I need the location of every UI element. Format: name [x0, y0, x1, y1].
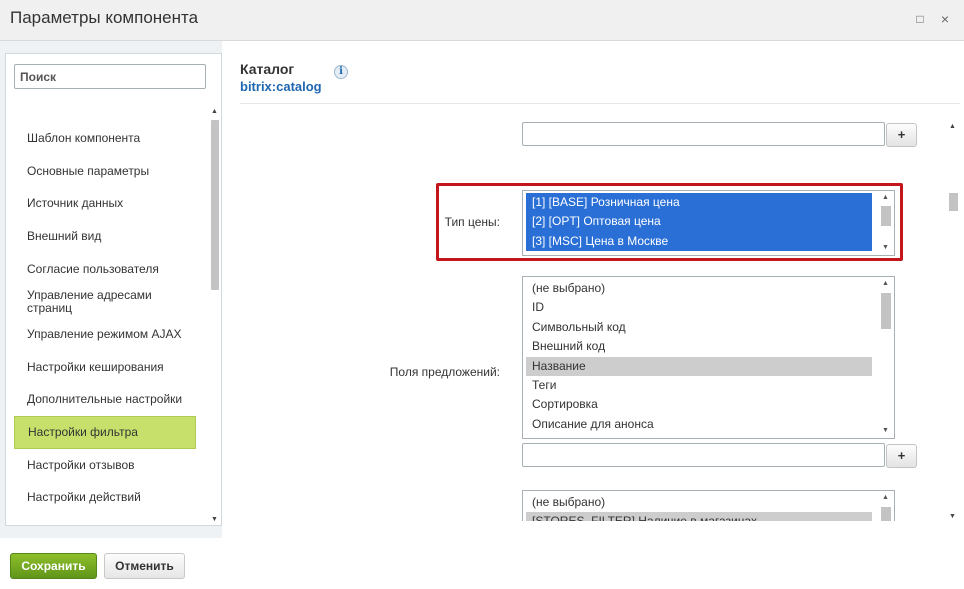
price-type-scroll-thumb[interactable] — [881, 206, 891, 226]
scroll-down-icon[interactable]: ▼ — [879, 425, 892, 437]
price-type-scrollbar[interactable]: ▲ ▼ — [877, 191, 894, 255]
price-type-label: Тип цены: — [444, 215, 500, 229]
add-button-top[interactable]: + — [886, 123, 917, 147]
component-code: bitrix:catalog — [240, 79, 322, 94]
search-input[interactable] — [14, 64, 206, 89]
scroll-up-icon[interactable]: ▲ — [879, 492, 892, 504]
cancel-button[interactable]: Отменить — [104, 553, 185, 579]
price-type-option[interactable]: [3] [MSC] Цена в Москве — [526, 231, 872, 252]
main-scrollbar[interactable]: ▲ ▼ — [945, 121, 960, 523]
params-scroll-area: + Тип цены: [1] [BASE] Розничная цена [2… — [222, 119, 964, 521]
save-button[interactable]: Сохранить — [10, 553, 97, 579]
offer-field-option[interactable]: ID — [526, 298, 872, 317]
price-type-option[interactable]: [1] [BASE] Розничная цена — [526, 193, 872, 213]
main-panel: Каталог i bitrix:catalog + Тип цены: [1]… — [222, 41, 964, 538]
offer-fields-select[interactable]: (не выбрано) ID Символьный код Внешний к… — [522, 276, 895, 439]
add-button-offer[interactable]: + — [886, 444, 917, 468]
store-option[interactable]: (не выбрано) — [526, 493, 872, 512]
sidebar-item-appearance[interactable]: Внешний вид — [14, 220, 196, 253]
offer-field-option[interactable]: (не выбрано) — [526, 279, 872, 298]
sidebar-item-additional[interactable]: Дополнительные настройки — [14, 384, 196, 417]
info-icon[interactable]: i — [334, 65, 348, 79]
dialog-footer: Сохранить Отменить — [0, 538, 964, 589]
sidebar-nav: Шаблон компонента Основные параметры Ист… — [14, 122, 196, 514]
offer-field-option[interactable]: Название — [526, 356, 872, 376]
scroll-up-icon[interactable]: ▲ — [945, 121, 960, 133]
header-divider — [240, 103, 960, 104]
dialog-title: Параметры компонента — [10, 8, 199, 27]
offer-field-option[interactable]: Теги — [526, 376, 872, 395]
stores-scroll-thumb[interactable] — [881, 507, 891, 521]
offer-field-option[interactable]: Сортировка — [526, 395, 872, 414]
maximize-icon[interactable]: □ — [913, 12, 927, 26]
offer-fields-scrollbar[interactable]: ▲ ▼ — [877, 277, 894, 438]
sidebar-item-actions[interactable]: Настройки действий — [14, 482, 196, 515]
close-icon[interactable]: × — [938, 12, 952, 26]
scroll-up-icon[interactable]: ▲ — [207, 106, 222, 118]
sidebar-scroll-thumb[interactable] — [211, 120, 219, 290]
text-field-offer[interactable] — [522, 443, 885, 467]
stores-scrollbar[interactable]: ▲ — [877, 491, 894, 521]
price-type-option[interactable]: [2] [OPT] Оптовая цена — [526, 212, 872, 232]
scroll-down-icon[interactable]: ▼ — [945, 511, 960, 523]
sidebar-item-reviews[interactable]: Настройки отзывов — [14, 449, 196, 482]
price-type-select[interactable]: [1] [BASE] Розничная цена [2] [OPT] Опто… — [522, 190, 895, 256]
offer-field-option[interactable]: Внешний код — [526, 337, 872, 356]
sidebar-item-main-params[interactable]: Основные параметры — [14, 155, 196, 188]
offer-fields-scroll-thumb[interactable] — [881, 293, 891, 329]
sidebar-scrollbar[interactable]: ▲ ▼ — [207, 106, 222, 526]
component-title: Каталог — [240, 61, 295, 77]
text-field-top[interactable] — [522, 122, 885, 146]
sidebar-item-user-consent[interactable]: Согласие пользователя — [14, 253, 196, 286]
dialog-titlebar: Параметры компонента □ × — [0, 0, 964, 41]
sidebar-item-ajax[interactable]: Управление режимом AJAX — [14, 318, 196, 351]
sidebar: Шаблон компонента Основные параметры Ист… — [5, 53, 222, 526]
offer-field-option[interactable]: Описание для анонса — [526, 415, 872, 434]
sidebar-item-filter[interactable]: Настройки фильтра — [14, 416, 196, 449]
main-scroll-thumb[interactable] — [949, 193, 958, 211]
offer-field-option[interactable]: Символьный код — [526, 318, 872, 337]
sidebar-item-page-urls[interactable]: Управление адресами страниц — [14, 285, 196, 318]
sidebar-item-data-source[interactable]: Источник данных — [14, 187, 196, 220]
scroll-up-icon[interactable]: ▲ — [879, 192, 892, 204]
scroll-down-icon[interactable]: ▼ — [207, 514, 222, 526]
store-option[interactable]: [STORES_FILTER] Наличие в магазинах — [526, 512, 872, 521]
sidebar-item-template[interactable]: Шаблон компонента — [14, 122, 196, 155]
stores-select[interactable]: (не выбрано) [STORES_FILTER] Наличие в м… — [522, 490, 895, 521]
offer-fields-label: Поля предложений: — [389, 365, 500, 379]
scroll-up-icon[interactable]: ▲ — [879, 278, 892, 290]
sidebar-item-caching[interactable]: Настройки кеширования — [14, 351, 196, 384]
scroll-down-icon[interactable]: ▼ — [879, 242, 892, 254]
